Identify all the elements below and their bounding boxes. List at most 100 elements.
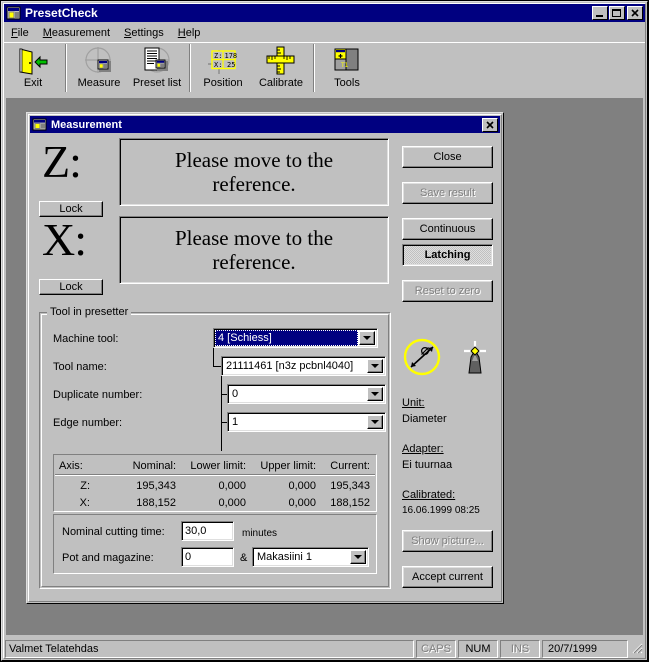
toolbar-button-exit[interactable]: Exit: [4, 44, 62, 94]
main-titlebar: PresetCheck: [4, 4, 645, 22]
readout-x: Please move to the reference.: [119, 216, 389, 284]
status-bar: Valmet Telatehdas CAPS NUM INS 20/7/1999: [5, 639, 644, 659]
adapter-label: Adapter:: [402, 443, 444, 455]
toolbar-button-measure[interactable]: Measure: [70, 44, 128, 94]
status-date: 20/7/1999: [542, 640, 628, 658]
edge-number-combo[interactable]: 1: [227, 412, 386, 432]
nominal-cutting-time-input[interactable]: 30,0: [181, 521, 234, 541]
toolbar-divider: [189, 44, 191, 92]
cutting-time-unit-label: minutes: [242, 528, 278, 539]
tools-folder-icon: T1: [330, 46, 364, 76]
readout-z: Please move to the reference.: [119, 138, 389, 206]
tree-connector-horizontal: [213, 366, 221, 367]
menu-item-settings[interactable]: Settings: [117, 26, 171, 41]
axis-table: Axis: Nominal: Lower limit: Upper limit:…: [53, 454, 377, 512]
label-tool-name: Tool name:: [53, 361, 107, 373]
toolbar: Exit Measure Preset list Z: 178 X: 25 Po…: [4, 44, 645, 96]
app-icon: [6, 6, 22, 20]
dialog-close-button[interactable]: [482, 117, 498, 132]
unit-value: Diameter: [402, 413, 447, 425]
measurement-dialog: Measurement Z: Lock Please move to the r…: [26, 112, 504, 604]
toolbar-label-position: Position: [203, 77, 243, 89]
status-indicator-caps: CAPS: [416, 640, 456, 658]
table-row: X: 188,152 0,000 0,000 188,152: [54, 494, 376, 511]
axis-label-x: X:: [42, 214, 87, 265]
svg-text:X:: X:: [214, 61, 222, 69]
cell-lower-z: 0,000: [218, 479, 246, 492]
menu-item-measurement[interactable]: Measurement: [36, 26, 117, 41]
continuous-button[interactable]: Continuous: [402, 218, 493, 240]
chevron-down-icon[interactable]: [359, 331, 375, 345]
cell-upper-x: 0,000: [288, 496, 316, 509]
svg-text:25: 25: [227, 61, 235, 69]
tool-name-combo[interactable]: 21111461 [n3z pcbnl4040]: [221, 356, 386, 376]
app-icon: [32, 118, 48, 132]
accept-current-button[interactable]: Accept current: [402, 566, 493, 588]
minimize-button[interactable]: [592, 6, 608, 20]
readout-z-line1: Please move to the: [174, 147, 334, 172]
table-header-nominal: Nominal:: [132, 459, 176, 472]
chevron-down-icon[interactable]: [367, 415, 383, 429]
menu-item-file[interactable]: File: [4, 26, 36, 41]
main-window-title: PresetCheck: [25, 6, 98, 20]
show-picture-button[interactable]: Show picture...: [402, 530, 493, 552]
readout-z-line2: reference.: [212, 172, 296, 196]
toolbar-button-preset-list[interactable]: Preset list: [128, 44, 186, 94]
cell-axis-z: Z:: [80, 479, 90, 492]
cell-axis-x: X:: [79, 496, 90, 509]
tool-tip-icon: [452, 337, 496, 380]
label-machine-tool: Machine tool:: [53, 333, 119, 345]
duplicate-number-combo[interactable]: 0: [227, 384, 386, 404]
close-action-button[interactable]: Close: [402, 146, 493, 168]
chevron-down-icon[interactable]: [367, 387, 383, 401]
close-button[interactable]: [627, 6, 643, 20]
save-result-button[interactable]: Save result: [402, 182, 493, 204]
cell-lower-x: 0,000: [218, 496, 246, 509]
readout-x-line1: Please move to the: [174, 225, 334, 250]
menu-bar: File Measurement Settings Help: [4, 24, 645, 42]
adapter-value: Ei tuurnaa: [402, 459, 453, 471]
tree-connector-vertical: [221, 429, 222, 451]
calibrated-value: 16.06.1999 08:25: [402, 505, 480, 516]
toolbar-label-calibrate: Calibrate: [258, 77, 304, 89]
diameter-icon: [401, 337, 445, 380]
cell-current-z: 195,343: [330, 479, 370, 492]
edge-number-value: 1: [232, 416, 239, 428]
toolbar-button-calibrate[interactable]: Calibrate: [252, 44, 310, 94]
calibrate-ruler-icon: [264, 46, 298, 76]
table-header-rule: [55, 474, 375, 476]
measure-crosshair-icon: [82, 46, 116, 76]
cell-nominal-z: 195,343: [136, 479, 176, 492]
svg-text:178: 178: [225, 52, 238, 60]
pot-input[interactable]: 0: [181, 547, 234, 567]
chevron-down-icon[interactable]: [350, 550, 366, 564]
cell-upper-z: 0,000: [288, 479, 316, 492]
table-header-lower-limit: Lower limit:: [190, 459, 246, 472]
toolbar-label-preset-list: Preset list: [132, 77, 182, 89]
toolbar-button-position[interactable]: Z: 178 X: 25 Position: [194, 44, 252, 94]
exit-door-icon: [16, 46, 50, 76]
reset-to-zero-button[interactable]: Reset to zero: [402, 280, 493, 302]
toolbar-button-tools[interactable]: T1 Tools: [318, 44, 376, 94]
cutting-time-panel: Nominal cutting time: 30,0 minutes Pot a…: [53, 514, 377, 574]
axis-label-z: Z:: [42, 136, 82, 187]
lock-button-x[interactable]: Lock: [39, 279, 103, 295]
machine-tool-combo[interactable]: 4 [Schiess]: [213, 328, 378, 348]
preset-list-icon: [140, 46, 174, 76]
unit-label: Unit:: [402, 397, 425, 409]
maximize-button[interactable]: [609, 6, 625, 20]
pot-magazine-separator: &: [240, 552, 248, 564]
chevron-down-icon[interactable]: [367, 359, 383, 373]
resize-grip[interactable]: [630, 640, 644, 658]
label-duplicate-number: Duplicate number:: [53, 389, 143, 401]
svg-text:Z:: Z:: [214, 52, 222, 60]
label-pot-and-magazine: Pot and magazine:: [62, 552, 154, 564]
menu-item-help[interactable]: Help: [171, 26, 208, 41]
group-title: Tool in presetter: [47, 306, 132, 318]
magazine-combo[interactable]: Makasiini 1: [252, 547, 369, 567]
latching-button[interactable]: Latching: [402, 244, 493, 266]
measurement-dialog-title: Measurement: [51, 118, 122, 131]
duplicate-number-value: 0: [232, 388, 239, 400]
tree-connector-vertical: [221, 374, 222, 429]
table-header-row: Axis: Nominal: Lower limit: Upper limit:…: [54, 457, 376, 474]
